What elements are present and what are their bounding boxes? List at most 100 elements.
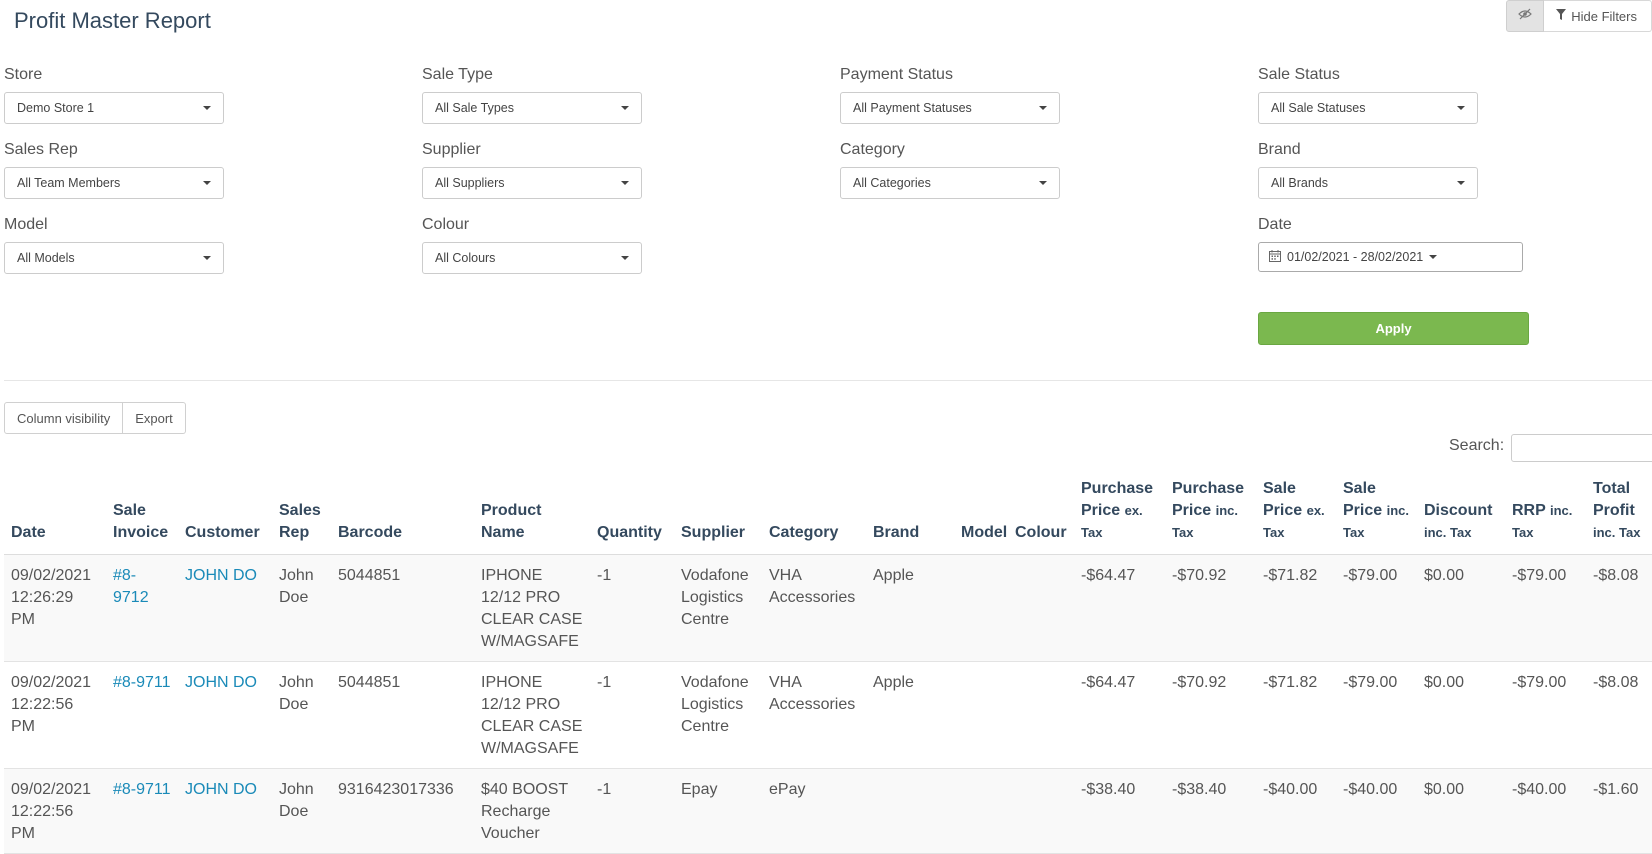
cell-sales-rep: John Doe: [272, 661, 331, 769]
cell-sale-inc: -$79.00: [1336, 554, 1417, 662]
cell-sale-ex: -$71.82: [1256, 554, 1336, 662]
model-value: All Models: [17, 251, 75, 265]
cell-model: [954, 768, 1008, 854]
header-supplier[interactable]: Supplier: [674, 472, 762, 555]
cell-brand: Apple: [866, 554, 954, 662]
header-sale-price-ex-tax[interactable]: Sale Price ex. Tax: [1256, 472, 1336, 555]
header-category[interactable]: Category: [762, 472, 866, 555]
toggle-visibility-button[interactable]: [1506, 0, 1545, 32]
header-main: Sale Price: [1343, 480, 1383, 519]
cell-customer: JOHN DO: [178, 768, 272, 854]
store-select[interactable]: Demo Store 1: [4, 92, 224, 124]
supplier-label: Supplier: [422, 141, 481, 158]
cell-rrp: -$79.00: [1505, 554, 1586, 662]
apply-button[interactable]: Apply: [1258, 312, 1529, 345]
cell-supplier: Epay: [674, 768, 762, 854]
colour-select[interactable]: All Colours: [422, 242, 642, 274]
store-label: Store: [4, 66, 43, 83]
cell-invoice: #8-9712: [106, 554, 178, 662]
cell-quantity: -1: [590, 554, 674, 662]
header-customer[interactable]: Customer: [178, 472, 272, 555]
header-brand[interactable]: Brand: [866, 472, 954, 555]
cell-barcode: 5044851: [331, 554, 474, 662]
payment-status-select[interactable]: All Payment Statuses: [840, 92, 1060, 124]
header-sales-rep[interactable]: Sales Rep: [272, 472, 331, 555]
caret-down-icon: [621, 181, 629, 185]
divider: [4, 380, 1652, 381]
header-total-profit-inc-tax[interactable]: Total Profit inc. Tax: [1586, 472, 1652, 555]
sales-rep-select[interactable]: All Team Members: [4, 167, 224, 199]
header-purchase-price-inc-tax[interactable]: Purchase Price inc. Tax: [1165, 472, 1256, 555]
model-select[interactable]: All Models: [4, 242, 224, 274]
cell-sale-inc: -$79.00: [1336, 661, 1417, 769]
cell-total-profit: -$8.08: [1586, 661, 1652, 769]
caret-down-icon: [1039, 181, 1047, 185]
caret-down-icon: [1429, 255, 1438, 259]
cell-product: IPHONE 12/12 PRO CLEAR CASE W/MAGSAFE: [474, 554, 590, 662]
table-header-row: Date Sale Invoice Customer Sales Rep Bar…: [4, 472, 1652, 555]
header-main: Discount: [1424, 502, 1493, 519]
header-suffix: inc. Tax: [1424, 525, 1472, 540]
customer-link[interactable]: JOHN DO: [185, 567, 257, 584]
date-range-picker[interactable]: 01/02/2021 - 28/02/2021: [1258, 242, 1523, 272]
cell-purchase-ex: -$38.40: [1074, 768, 1165, 854]
customer-link[interactable]: JOHN DO: [185, 781, 257, 798]
header-purchase-price-ex-tax[interactable]: Purchase Price ex. Tax: [1074, 472, 1165, 555]
header-model[interactable]: Model: [954, 472, 1008, 555]
header-quantity[interactable]: Quantity: [590, 472, 674, 555]
date-range-value: 01/02/2021 - 28/02/2021: [1287, 250, 1424, 264]
cell-quantity: -1: [590, 661, 674, 769]
sale-status-select[interactable]: All Sale Statuses: [1258, 92, 1478, 124]
cell-sale-inc: -$40.00: [1336, 768, 1417, 854]
caret-down-icon: [203, 181, 211, 185]
invoice-link[interactable]: #8-9711: [113, 781, 171, 798]
cell-supplier: Vodafone Logistics Centre: [674, 661, 762, 769]
cell-barcode: 5044851: [331, 661, 474, 769]
store-value: Demo Store 1: [17, 101, 95, 115]
invoice-link[interactable]: #8-9712: [113, 567, 149, 606]
supplier-select[interactable]: All Suppliers: [422, 167, 642, 199]
caret-down-icon: [1457, 181, 1465, 185]
cell-product: $40 BOOST Recharge Voucher: [474, 768, 590, 854]
header-main: Total Profit: [1593, 480, 1635, 519]
colour-value: All Colours: [435, 251, 496, 265]
caret-down-icon: [621, 256, 629, 260]
header-rrp-inc-tax[interactable]: RRP inc. Tax: [1505, 472, 1586, 555]
header-product-name[interactable]: Product Name: [474, 472, 590, 555]
header-barcode[interactable]: Barcode: [331, 472, 474, 555]
brand-value: All Brands: [1271, 176, 1328, 190]
category-select[interactable]: All Categories: [840, 167, 1060, 199]
cell-discount: $0.00: [1417, 661, 1505, 769]
header-sale-invoice[interactable]: Sale Invoice: [106, 472, 178, 555]
column-visibility-button[interactable]: Column visibility: [4, 402, 124, 434]
hide-filters-button[interactable]: Hide Filters: [1544, 0, 1652, 32]
payment-status-label: Payment Status: [840, 66, 953, 83]
filter-icon: [1556, 8, 1567, 24]
search-input[interactable]: [1511, 434, 1652, 462]
brand-select[interactable]: All Brands: [1258, 167, 1478, 199]
table-row: 09/02/2021 12:26:29 PM #8-9712 JOHN DO J…: [4, 554, 1652, 662]
sales-rep-label: Sales Rep: [4, 141, 78, 158]
category-label: Category: [840, 141, 905, 158]
cell-customer: JOHN DO: [178, 554, 272, 662]
export-button[interactable]: Export: [123, 402, 186, 434]
table-row: 09/02/2021 12:22:56 PM #8-9711 JOHN DO J…: [4, 661, 1652, 769]
header-main: Sale Price: [1263, 480, 1303, 519]
cell-colour: [1008, 661, 1074, 769]
model-label: Model: [4, 216, 48, 233]
header-colour[interactable]: Colour: [1008, 472, 1074, 555]
cell-sale-ex: -$40.00: [1256, 768, 1336, 854]
caret-down-icon: [1039, 106, 1047, 110]
header-discount-inc-tax[interactable]: Discount inc. Tax: [1417, 472, 1505, 555]
invoice-link[interactable]: #8-9711: [113, 674, 171, 691]
payment-status-value: All Payment Statuses: [853, 101, 972, 115]
eye-slash-icon: [1518, 7, 1533, 25]
cell-purchase-ex: -$64.47: [1074, 661, 1165, 769]
sale-type-select[interactable]: All Sale Types: [422, 92, 642, 124]
header-sale-price-inc-tax[interactable]: Sale Price inc. Tax: [1336, 472, 1417, 555]
customer-link[interactable]: JOHN DO: [185, 674, 257, 691]
cell-barcode: 9316423017336: [331, 768, 474, 854]
cell-purchase-ex: -$64.47: [1074, 554, 1165, 662]
cell-date: 09/02/2021 12:22:56 PM: [4, 661, 106, 769]
header-date[interactable]: Date: [4, 472, 106, 555]
